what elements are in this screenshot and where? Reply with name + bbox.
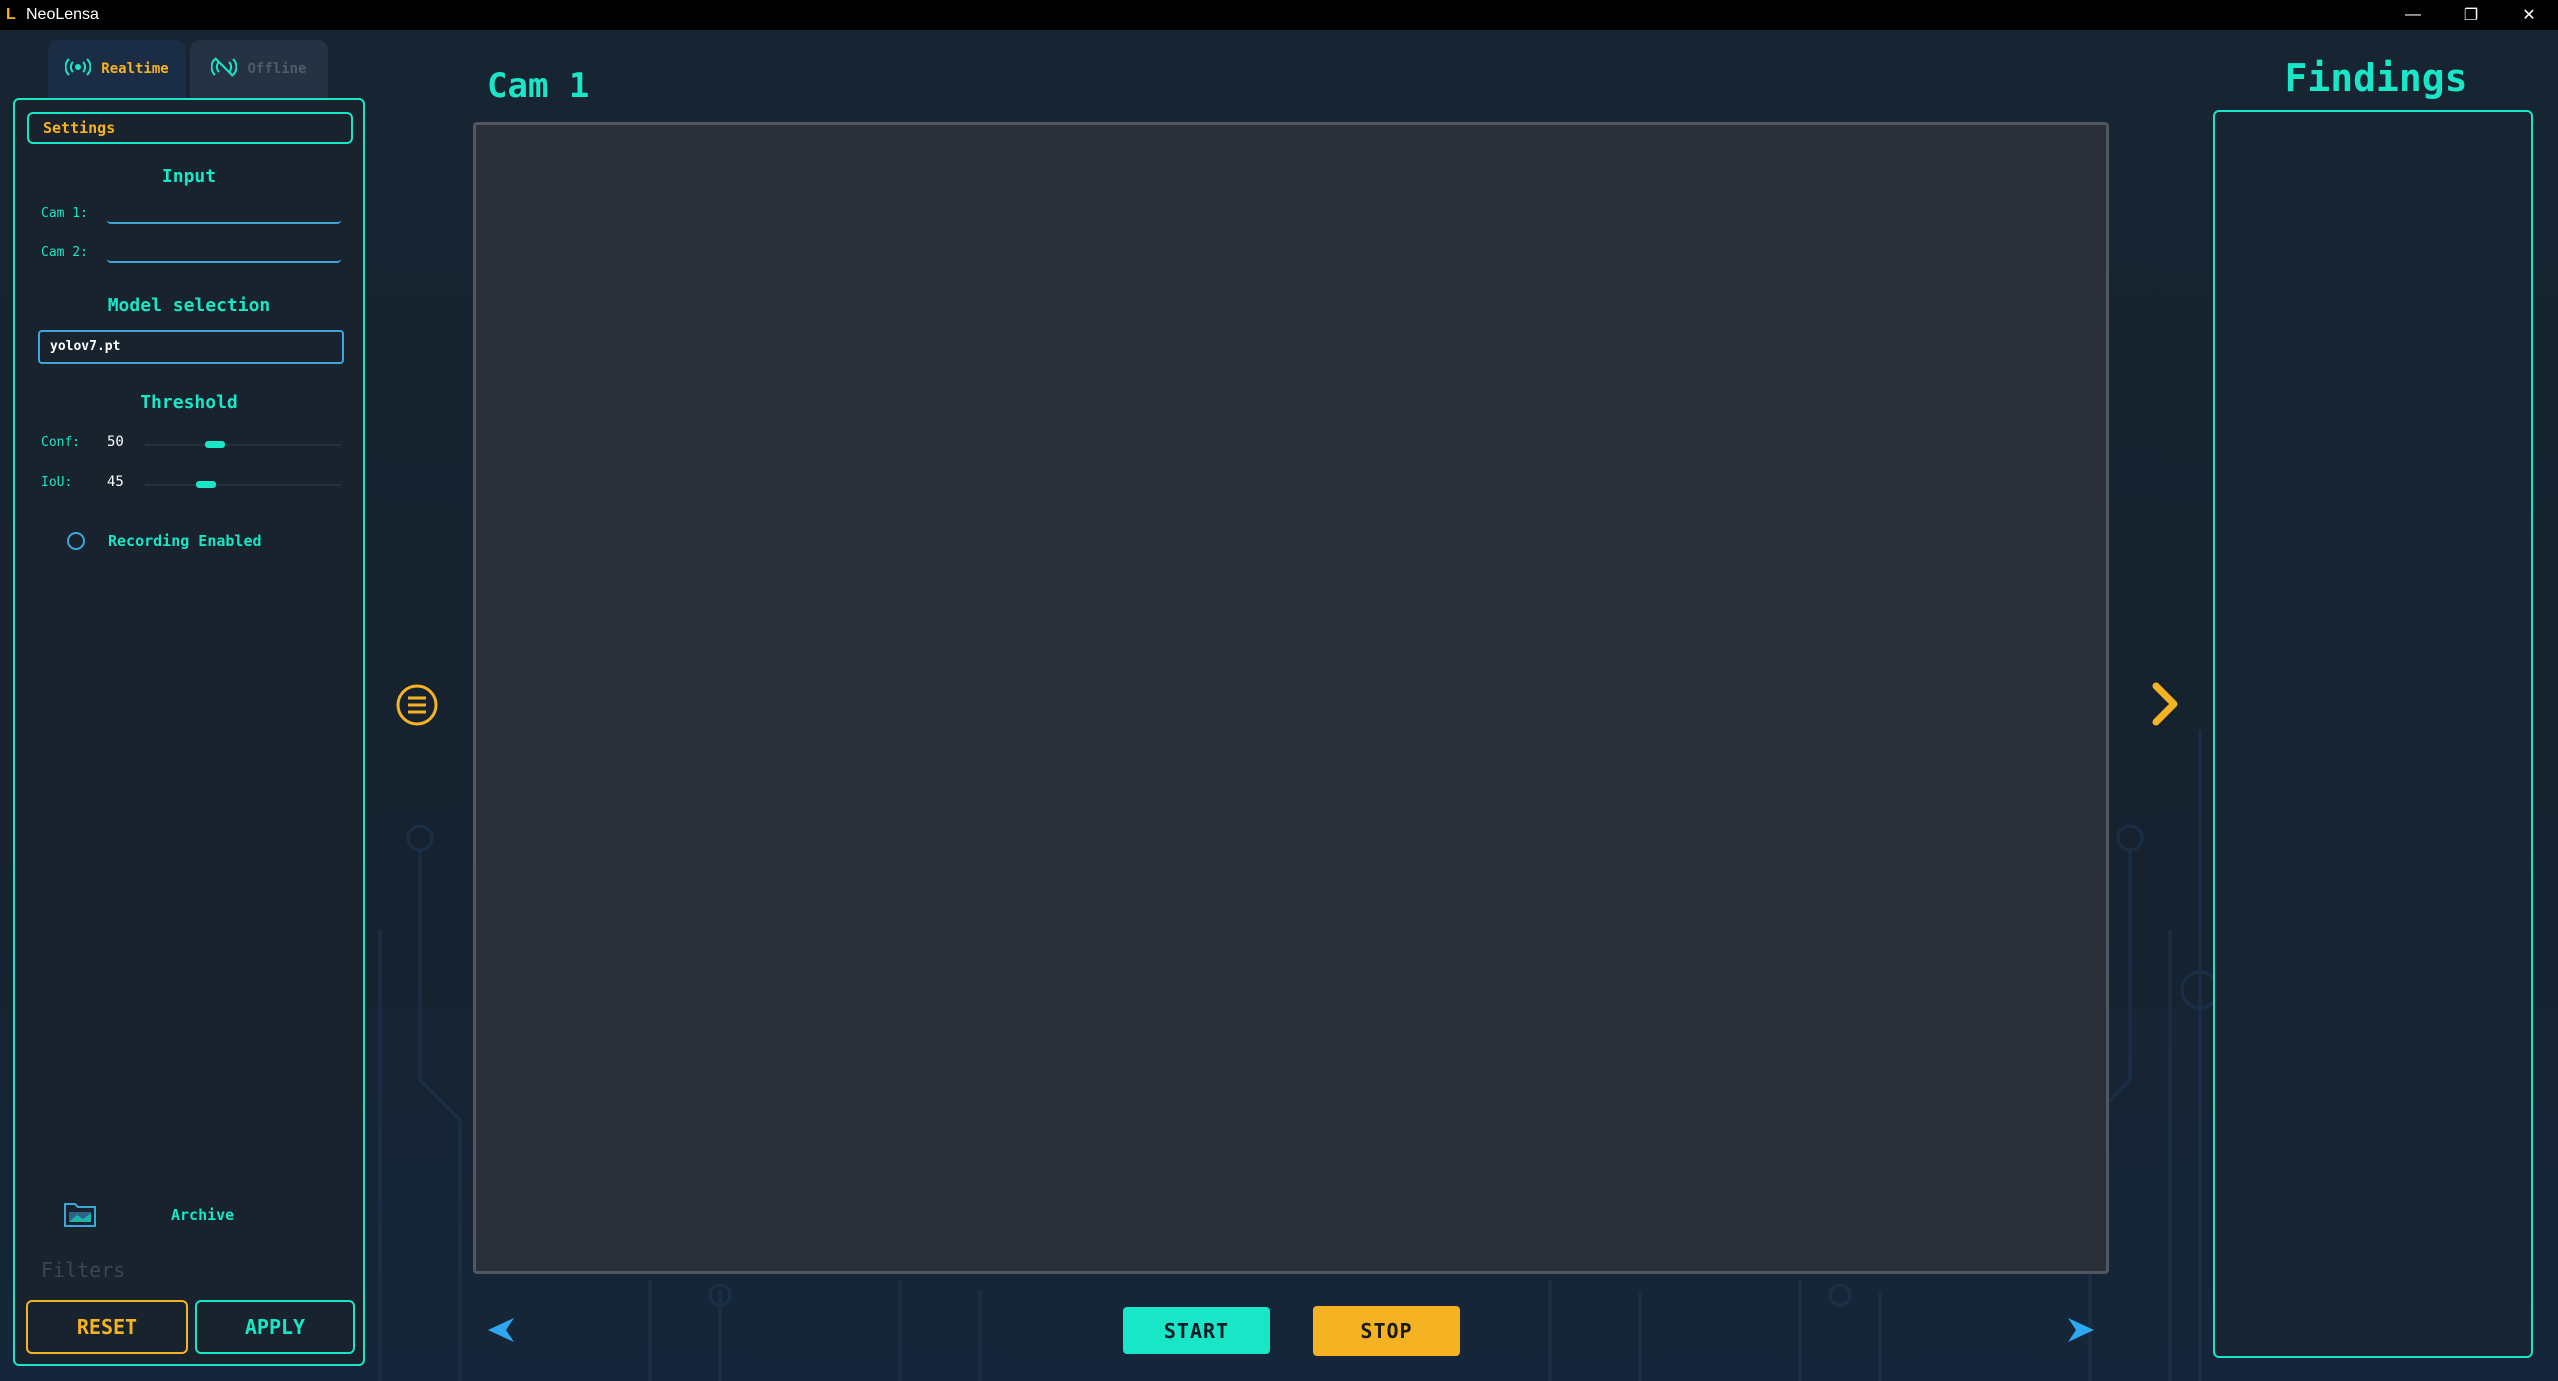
cam2-label: Cam 2: [41, 245, 88, 260]
tab-realtime-label: Realtime [101, 61, 169, 77]
cam-title: Cam 1 [487, 66, 590, 106]
app-logo-icon: L [6, 6, 16, 23]
apply-button[interactable]: APPLY [195, 1300, 355, 1354]
threshold-section-title: Threshold [140, 392, 238, 413]
settings-panel: Settings Input Cam 1: Cam 2: Model selec… [13, 98, 365, 1366]
cam2-input[interactable] [107, 241, 341, 263]
window-controls: — ❐ ✕ [2384, 0, 2558, 30]
broadcast-off-icon [211, 57, 238, 81]
close-button[interactable]: ✕ [2500, 0, 2558, 30]
menu-toggle-icon[interactable] [395, 683, 439, 727]
stop-button[interactable]: STOP [1313, 1306, 1460, 1356]
window-titlebar: L NeoLensa — ❐ ✕ [0, 0, 2558, 30]
recording-label[interactable]: Recording Enabled [108, 532, 262, 550]
model-select[interactable]: yolov7.pt [38, 330, 344, 364]
cam1-label: Cam 1: [41, 206, 88, 221]
next-arrow-icon[interactable] [2066, 1316, 2096, 1344]
iou-value: 45 [107, 474, 124, 490]
iou-label: IoU: [41, 475, 73, 490]
conf-value: 50 [107, 434, 124, 450]
cam1-input[interactable] [107, 202, 341, 224]
iou-slider-row: IoU: 45 [15, 473, 363, 497]
conf-slider-handle[interactable] [205, 441, 225, 448]
recording-radio[interactable] [67, 532, 85, 550]
minimize-button[interactable]: — [2384, 0, 2442, 30]
camera-view [473, 122, 2109, 1274]
prev-arrow-icon[interactable] [486, 1316, 516, 1344]
conf-label: Conf: [41, 435, 81, 450]
tab-offline-label: Offline [247, 61, 307, 77]
mode-tabs: Realtime Offline [48, 40, 328, 98]
broadcast-icon [64, 58, 92, 80]
findings-panel [2213, 110, 2533, 1358]
reset-button[interactable]: RESET [26, 1300, 188, 1354]
chevron-right-icon[interactable] [2150, 680, 2180, 728]
findings-title: Findings [2284, 56, 2468, 100]
tab-offline[interactable]: Offline [190, 40, 328, 98]
iou-slider[interactable] [145, 481, 341, 488]
settings-header[interactable]: Settings [27, 112, 353, 144]
conf-slider-row: Conf: 50 [15, 433, 363, 457]
archive-label[interactable]: Archive [171, 1206, 234, 1224]
input-section-title: Input [161, 166, 217, 187]
conf-slider[interactable] [145, 441, 341, 448]
restore-button[interactable]: ❐ [2442, 0, 2500, 30]
window-title: NeoLensa [26, 6, 99, 23]
model-section-title: Model selection [107, 295, 271, 316]
start-button[interactable]: START [1123, 1307, 1270, 1354]
archive-folder-icon[interactable] [63, 1198, 97, 1230]
iou-slider-handle[interactable] [196, 481, 217, 488]
filters-label: Filters [41, 1258, 126, 1282]
tab-realtime[interactable]: Realtime [48, 40, 186, 98]
